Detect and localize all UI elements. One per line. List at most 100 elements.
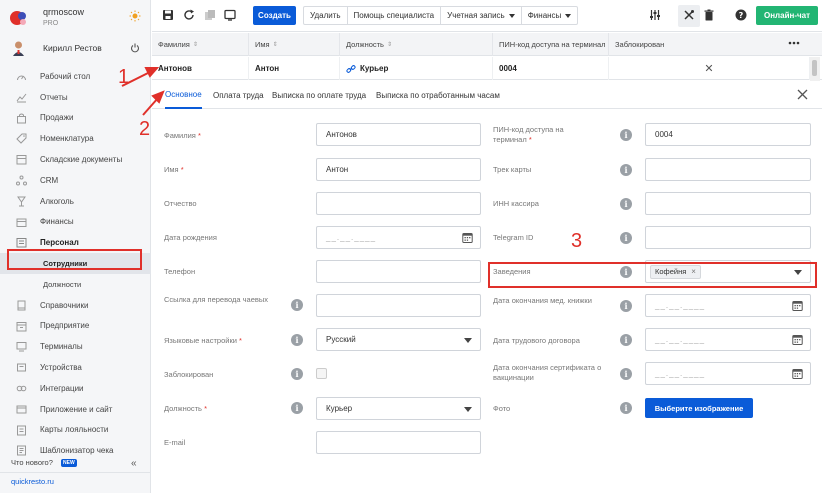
pin-label: ПИН-код доступа на терминал * [493, 125, 564, 144]
info-icon[interactable]: i [620, 266, 632, 278]
calendar-icon[interactable] [462, 232, 473, 243]
sidebar-item-loyalty-cards[interactable]: Карты лояльности [0, 420, 151, 441]
footer-link[interactable]: quickresto.ru [11, 477, 54, 486]
receipt-template-icon [16, 445, 27, 456]
position-select[interactable]: Курьер [316, 397, 481, 420]
table-row[interactable]: Антонов Антон Курьер 0004 ✕ [152, 57, 822, 80]
sidebar-item-label: Сотрудники [43, 259, 88, 269]
info-icon[interactable]: i [620, 334, 632, 346]
scrollbar[interactable] [810, 57, 820, 81]
blocked-checkbox[interactable] [316, 368, 327, 379]
display-icon[interactable] [224, 9, 236, 21]
delete-button[interactable]: Удалить [304, 7, 348, 24]
sidebar-item-enterprise[interactable]: Предприятие [0, 316, 151, 337]
theme-sun-icon[interactable] [129, 10, 141, 22]
tab-main[interactable]: Основное [165, 82, 202, 109]
user-profile[interactable]: Кирилл Рестов [0, 37, 151, 61]
tips-link-field[interactable] [316, 294, 481, 317]
birthdate-field[interactable]: __.__.____ [316, 226, 481, 249]
language-select[interactable]: Русский [316, 328, 481, 351]
calendar-icon[interactable] [792, 334, 803, 345]
sidebar-item-label: Складские документы [40, 155, 123, 165]
tips-link-label: Ссылка для перевода чаевых [164, 295, 269, 304]
sidebar-item-terminals[interactable]: Терминалы [0, 336, 151, 357]
info-icon[interactable]: i [291, 334, 303, 346]
sidebar-item-employees[interactable]: Сотрудники [0, 253, 151, 274]
save-icon[interactable] [162, 9, 174, 21]
info-icon[interactable]: i [291, 368, 303, 380]
tab-payroll-statement[interactable]: Выписка по оплате труда [272, 82, 366, 109]
track-field[interactable] [645, 158, 811, 181]
sidebar-item-devices[interactable]: Устройства [0, 357, 151, 378]
info-icon[interactable]: i [620, 198, 632, 210]
telegram-field[interactable] [645, 226, 811, 249]
middlename-field[interactable] [316, 192, 481, 215]
trash-icon[interactable] [703, 9, 715, 21]
power-icon[interactable] [130, 43, 140, 53]
sidebar-item-integrations[interactable]: Интеграции [0, 378, 151, 399]
sidebar-item-warehouse[interactable]: Складские документы [0, 149, 151, 170]
more-options-icon[interactable] [788, 41, 800, 45]
contract-date-field[interactable]: __.__.____ [645, 328, 811, 351]
venue-chip[interactable]: Кофейня × [650, 264, 701, 279]
collapse-sidebar-icon[interactable]: « [131, 458, 137, 469]
copy-icon[interactable] [204, 9, 216, 21]
info-icon[interactable]: i [620, 402, 632, 414]
sidebar-item-reports[interactable]: Отчеты [0, 87, 151, 108]
column-header-pin[interactable]: ПИН-код доступа на терминал [493, 33, 609, 56]
sidebar-item-sales[interactable]: Продажи [0, 108, 151, 129]
online-chat-button[interactable]: Онлайн-чат [756, 6, 818, 25]
calendar-icon[interactable] [792, 368, 803, 379]
phone-field[interactable] [316, 260, 481, 283]
pin-field[interactable]: 0004 [645, 123, 811, 146]
help-specialist-button[interactable]: Помощь специалиста [348, 7, 442, 24]
email-field[interactable] [316, 431, 481, 454]
telegram-label: Telegram ID [493, 233, 534, 242]
firstname-field[interactable]: Антон [316, 158, 481, 181]
refresh-icon[interactable] [183, 9, 195, 21]
create-button[interactable]: Создать [253, 6, 296, 25]
sidebar-item-finance[interactable]: Финансы [0, 212, 151, 233]
select-image-button[interactable]: Выберите изображение [645, 398, 753, 418]
whats-new[interactable]: Что нового? NEW « [0, 456, 151, 472]
calendar-icon[interactable] [792, 300, 803, 311]
info-icon[interactable]: i [291, 299, 303, 311]
new-badge: NEW [61, 459, 77, 467]
tab-payroll[interactable]: Оплата труда [213, 82, 264, 109]
sidebar-item-directories[interactable]: Справочники [0, 295, 151, 316]
sidebar-item-alcohol[interactable]: Алкоголь [0, 191, 151, 212]
info-icon[interactable]: i [620, 164, 632, 176]
info-icon[interactable]: i [620, 129, 632, 141]
column-header-position[interactable]: Должность ⇕ [340, 33, 493, 56]
sliders-icon[interactable] [649, 9, 661, 21]
scrollbar-thumb[interactable] [812, 60, 817, 76]
info-icon[interactable]: i [620, 368, 632, 380]
sidebar-item-label: Справочники [40, 300, 89, 310]
help-icon[interactable]: ? [735, 9, 747, 21]
finance-dropdown[interactable]: Финансы [522, 7, 578, 24]
lastname-field[interactable]: Антонов [316, 123, 481, 146]
caret-down-icon [794, 270, 802, 275]
info-icon[interactable]: i [620, 232, 632, 244]
column-header-blocked[interactable]: Заблокирован [609, 33, 810, 56]
close-icon[interactable] [797, 89, 808, 100]
info-icon[interactable]: i [291, 402, 303, 414]
sidebar-item-positions[interactable]: Должности [0, 274, 151, 295]
brand[interactable]: qrmoscow PRO [0, 0, 151, 36]
account-dropdown[interactable]: Учетная запись [441, 7, 522, 24]
column-header-firstname[interactable]: Имя ⇕ [249, 33, 340, 56]
remove-chip-icon[interactable]: × [691, 267, 696, 276]
tab-hours-statement[interactable]: Выписка по отработанным часам [376, 82, 500, 109]
medbook-date-field[interactable]: __.__.____ [645, 294, 811, 317]
sidebar-item-nomenclature[interactable]: Номенклатура [0, 128, 151, 149]
sidebar-item-crm[interactable]: CRM [0, 170, 151, 191]
inn-field[interactable] [645, 192, 811, 215]
sidebar-item-staff[interactable]: Персонал [0, 232, 151, 253]
birthdate-placeholder: __.__.____ [326, 233, 377, 242]
venues-select[interactable]: Кофейня × [645, 260, 811, 283]
vaccine-cert-date-field[interactable]: __.__.____ [645, 362, 811, 385]
column-header-lastname[interactable]: Фамилия ⇕ [152, 33, 249, 56]
info-icon[interactable]: i [620, 300, 632, 312]
position-label: Должность * [164, 404, 207, 413]
sidebar-item-app-site[interactable]: Приложение и сайт [0, 399, 151, 420]
